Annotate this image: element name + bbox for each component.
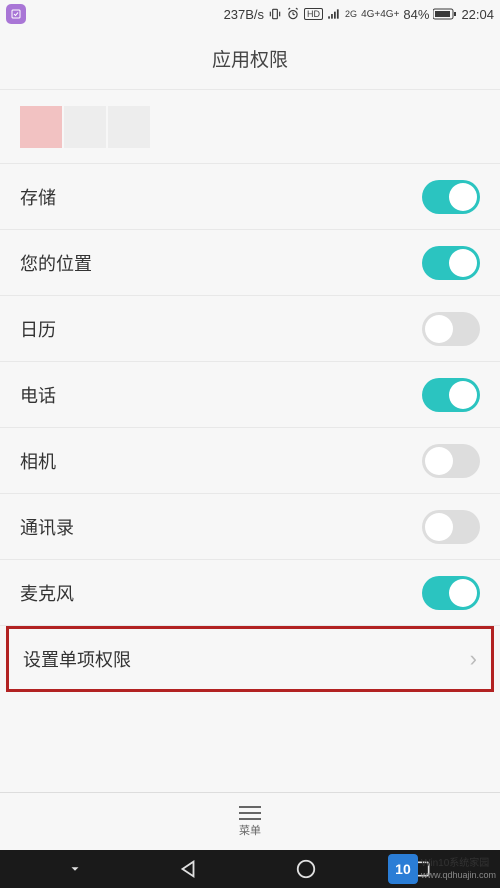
permission-row-location[interactable]: 您的位置 xyxy=(0,230,500,296)
nav-home-button[interactable] xyxy=(295,858,317,880)
app-redacted xyxy=(20,106,150,148)
nav-dropdown[interactable] xyxy=(68,862,82,876)
clock: 22:04 xyxy=(461,7,494,22)
toggle-storage[interactable] xyxy=(422,180,480,214)
signal-label: 2G xyxy=(345,9,357,19)
redacted-block xyxy=(20,106,62,148)
permission-label: 麦克风 xyxy=(20,580,74,606)
network-label: 4G+4G+ xyxy=(361,9,399,20)
permission-row-storage[interactable]: 存储 xyxy=(0,164,500,230)
permission-label: 相机 xyxy=(20,448,56,474)
permission-label: 日历 xyxy=(20,316,56,342)
toggle-location[interactable] xyxy=(422,246,480,280)
toggle-camera[interactable] xyxy=(422,444,480,478)
app-info-section xyxy=(0,90,500,164)
watermark-line1: Win10系统家园 xyxy=(421,858,496,870)
permission-row-phone[interactable]: 电话 xyxy=(0,362,500,428)
row-single-permission-settings[interactable]: 设置单项权限 › xyxy=(6,626,494,692)
battery-icon xyxy=(433,8,457,20)
vibrate-icon xyxy=(268,7,282,21)
watermark-logo: 10 xyxy=(388,854,418,884)
page-title: 应用权限 xyxy=(212,45,288,72)
menu-label: 菜单 xyxy=(239,822,261,838)
permissions-list: 存储 您的位置 日历 电话 相机 通讯录 麦克风 设置单项权限 › xyxy=(0,164,500,692)
permission-label: 存储 xyxy=(20,184,56,210)
signal-icon xyxy=(327,7,341,21)
bottom-menu[interactable]: 菜单 xyxy=(0,792,500,850)
hd-icon: HD xyxy=(304,8,323,20)
toggle-microphone[interactable] xyxy=(422,576,480,610)
permission-label: 通讯录 xyxy=(20,514,74,540)
row-label: 设置单项权限 xyxy=(23,646,131,672)
permission-row-camera[interactable]: 相机 xyxy=(0,428,500,494)
battery-pct: 84% xyxy=(403,7,429,22)
status-bar: 237B/s HD 2G 4G+4G+ 84% 22:04 xyxy=(0,0,500,28)
permission-label: 电话 xyxy=(20,382,56,408)
status-right: 237B/s HD 2G 4G+4G+ 84% 22:04 xyxy=(224,7,494,22)
redacted-block xyxy=(64,106,106,148)
hamburger-icon xyxy=(239,806,261,820)
chevron-right-icon: › xyxy=(470,646,477,672)
page-header: 应用权限 xyxy=(0,28,500,90)
network-speed: 237B/s xyxy=(224,7,264,22)
alarm-icon xyxy=(286,7,300,21)
permission-row-calendar[interactable]: 日历 xyxy=(0,296,500,362)
permission-row-microphone[interactable]: 麦克风 xyxy=(0,560,500,626)
status-left xyxy=(6,4,26,24)
nav-back-button[interactable] xyxy=(177,858,199,880)
redacted-block xyxy=(108,106,150,148)
watermark: 10 Win10系统家园 www.qdhuajin.com xyxy=(388,854,496,884)
toggle-calendar[interactable] xyxy=(422,312,480,346)
toggle-contacts[interactable] xyxy=(422,510,480,544)
permission-row-contacts[interactable]: 通讯录 xyxy=(0,494,500,560)
watermark-line2: www.qdhuajin.com xyxy=(421,870,496,881)
app-icon xyxy=(6,4,26,24)
permission-label: 您的位置 xyxy=(20,250,92,276)
toggle-phone[interactable] xyxy=(422,378,480,412)
